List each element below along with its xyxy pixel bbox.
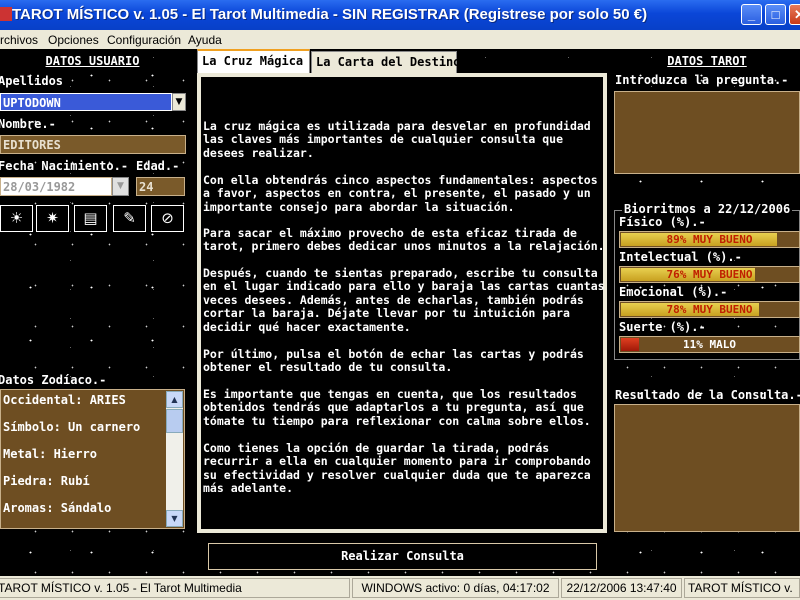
datos-usuario-title: DATOS USUARIO (45, 54, 140, 68)
status-app-short: TAROT MÍSTICO v. (684, 578, 800, 598)
suerte-label: Suerte (%).- (619, 320, 706, 334)
cards-icon[interactable]: ▤ (74, 205, 107, 232)
intelectual-progress-bar: 76% MUY BUENO (619, 266, 800, 283)
apellidos-label: Apellidos (0, 74, 64, 88)
sun-icon[interactable]: ☀ (0, 205, 33, 232)
nombre-field[interactable]: EDITORES (0, 135, 186, 154)
tab-carta-destino[interactable]: La Carta del Destino (311, 51, 461, 73)
status-uptime: WINDOWS activo: 0 días, 04:17:02 (352, 578, 559, 598)
list-item[interactable]: Metal: Hierro (3, 447, 97, 461)
emocional-label: Emocional (%).- (619, 285, 728, 299)
description-paragraph: La cruz mágica es utilizada para desvela… (203, 119, 591, 160)
status-bar: TAROT MÍSTICO v. 1.05 - El Tarot Multime… (0, 576, 800, 600)
suerte-value: 11% MALO (683, 338, 736, 351)
edad-field: 24 (136, 177, 185, 196)
zodiaco-listbox[interactable]: Occidental: ARIES Símbolo: Un carnero Me… (0, 389, 185, 529)
datos-tarot-title: DATOS TAROT (667, 54, 747, 68)
suerte-progress-bar: 11% MALO (619, 336, 800, 353)
list-item[interactable]: Símbolo: Un carnero (3, 420, 140, 434)
zodiaco-scrollbar[interactable]: ▲ ▼ (166, 391, 183, 527)
apellidos-combobox[interactable]: UPTODOWN (0, 93, 172, 111)
menu-opciones[interactable]: Opciones (48, 33, 99, 47)
menu-archivos[interactable]: Archivos (0, 33, 38, 47)
description-paragraph: Por último, pulsa el botón de echar las … (203, 347, 584, 375)
resultado-textarea[interactable] (614, 404, 800, 532)
realizar-consulta-button[interactable]: Realizar Consulta (208, 543, 597, 570)
fecha-dropdown-icon[interactable]: ▼ (112, 177, 129, 196)
nombre-label: Nombre.- (0, 117, 56, 131)
apellidos-dropdown-icon[interactable]: ▼ (172, 93, 186, 111)
fisico-progress-bar: 89% MUY BUENO (619, 231, 800, 248)
datos-zodiaco-label: Datos Zodíaco.- (0, 373, 107, 387)
description-paragraph: Después, cuando te sientas preparado, es… (203, 266, 605, 334)
help-icon[interactable]: ⊘ (151, 205, 184, 232)
pregunta-textarea[interactable] (614, 91, 800, 174)
description-paragraph: Es importante que tengas en cuenta, que … (203, 387, 591, 428)
list-item[interactable]: Occidental: ARIES (3, 393, 126, 407)
emocional-value: 78% MUY BUENO (666, 303, 753, 316)
tab-cruz-magica[interactable]: La Cruz Mágica (197, 49, 310, 73)
description-paragraph: Como tienes la opción de guardar la tira… (203, 441, 591, 496)
title-bar[interactable]: TAROT MÍSTICO v. 1.05 - El Tarot Multime… (0, 0, 800, 30)
description-area: La cruz mágica es utilizada para desvela… (201, 77, 605, 529)
fisico-label: Físico (%).- (619, 215, 706, 229)
fisico-value: 89% MUY BUENO (666, 233, 753, 246)
menu-ayuda[interactable]: Ayuda (188, 33, 222, 47)
edad-label: Edad.- (136, 159, 180, 173)
status-datetime: 22/12/2006 13:47:40 (561, 578, 682, 598)
fecha-nacimiento-picker[interactable]: 28/03/1982 (0, 177, 112, 196)
scroll-up-icon[interactable]: ▲ (166, 391, 183, 408)
fecha-nacimiento-label: Fecha Nacimiento.- (0, 159, 129, 173)
emocional-progress-bar: 78% MUY BUENO (619, 301, 800, 318)
list-item[interactable]: Piedra: Rubí (3, 474, 90, 488)
description-paragraph: Con ella obtendrás cinco aspectos fundam… (203, 173, 598, 214)
maximize-button[interactable]: □ (765, 4, 786, 25)
menu-configuracion[interactable]: Configuración (107, 33, 181, 47)
app-icon (0, 7, 12, 21)
shuffle-icon[interactable]: ✷ (36, 205, 69, 232)
description-paragraph: Para sacar el máximo provecho de esta ef… (203, 226, 605, 254)
status-app: TAROT MÍSTICO v. 1.05 - El Tarot Multime… (0, 578, 350, 598)
window-title: TAROT MÍSTICO v. 1.05 - El Tarot Multime… (12, 6, 648, 23)
minimize-button[interactable]: _ (741, 4, 762, 25)
biorritmos-title: Biorritmos a 22/12/2006 (622, 202, 793, 216)
pregunta-label: Introduzca la pregunta.- (615, 73, 789, 87)
intelectual-label: Intelectual (%).- (619, 250, 742, 264)
tab-content-panel: La cruz mágica es utilizada para desvela… (197, 73, 607, 533)
menu-bar: Archivos Opciones Configuración Ayuda (0, 30, 800, 49)
scroll-thumb[interactable] (166, 409, 183, 433)
resultado-label: Resultado de la Consulta.- (615, 388, 800, 402)
edit-icon[interactable]: ✎ (113, 205, 146, 232)
scroll-down-icon[interactable]: ▼ (166, 510, 183, 527)
intelectual-value: 76% MUY BUENO (666, 268, 753, 281)
close-button[interactable]: ✕ (789, 4, 800, 25)
list-item[interactable]: Aromas: Sándalo (3, 501, 111, 515)
